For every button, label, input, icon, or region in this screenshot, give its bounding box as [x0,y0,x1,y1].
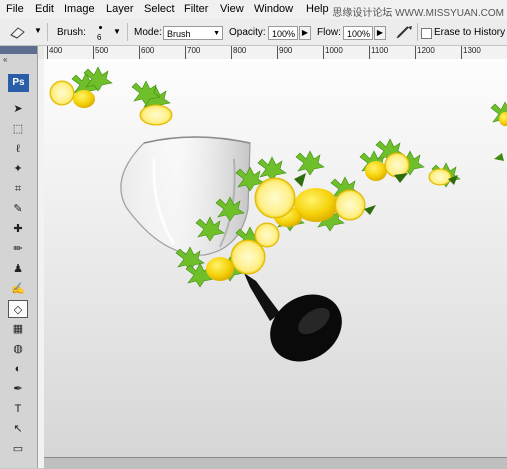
ruler-tick-label: 900 [279,46,293,55]
brush-size: 6 [97,33,102,42]
brush-label: Brush: [57,27,86,38]
ruler-tick [139,46,140,59]
ruler-tick [47,46,48,59]
opacity-value: 100% [272,29,296,39]
lemon-cluster-right [359,138,425,183]
erase-to-history-label: Erase to History [434,27,506,38]
toolbox: « Ps ➤ ⬚ ℓ ✦ ⌗ ✎ ✚ ✏ ♟ ✍ ◇ ▦ ◍ ◐ ✒ T ↖ ▭ [0,46,38,468]
dodge-tool-icon[interactable]: ◐ [8,360,28,378]
airbrush-icon[interactable] [395,24,415,40]
canvas-artwork [49,66,507,362]
lemon-slice-top [131,80,173,126]
ruler-tick [277,46,278,59]
ruler-tick-label: 1200 [417,46,435,55]
type-tool-icon[interactable]: T [8,400,28,418]
blur-tool-icon[interactable]: ◍ [8,340,28,358]
menu-window[interactable]: Window [254,3,293,15]
brush-picker-icon[interactable]: ▼ [113,27,121,36]
collapse-arrows-icon[interactable]: « [3,55,7,64]
history-brush-tool-icon[interactable]: ✍ [8,280,28,298]
menu-filter[interactable]: Filter [184,3,208,15]
mode-select[interactable]: Brush ▼ [163,26,223,40]
eyedropper-tool-icon[interactable]: ✎ [8,200,28,218]
lemon-slice-far-right [428,162,461,188]
separator [47,23,48,41]
flow-value: 100% [347,29,371,39]
ruler-tick-label: 700 [187,46,201,55]
menu-edit[interactable]: Edit [35,3,54,15]
options-bar: ▼ Brush: 6 ▼ Mode: Brush ▼ Opacity: 100%… [0,19,507,46]
ruler-tick-label: 1300 [463,46,481,55]
move-tool-icon[interactable]: ➤ [8,100,28,118]
canvas-bottom-edge [44,457,507,469]
flow-label: Flow: [317,27,341,38]
document-canvas[interactable] [44,59,507,457]
path-selection-tool-icon[interactable]: ↖ [8,420,28,438]
separator [417,23,418,41]
healing-brush-tool-icon[interactable]: ✚ [8,220,28,238]
menu-layer[interactable]: Layer [106,3,134,15]
ruler-tick [185,46,186,59]
watermark: 思缘设计论坛 WWW.MISSYUAN.COM [332,8,504,19]
menu-image[interactable]: Image [64,3,95,15]
toolbox-grip[interactable] [0,46,37,54]
ruler-tick [369,46,370,59]
menu-help[interactable]: Help [306,3,329,15]
ruler-tick [231,46,232,59]
brush-tool-icon[interactable]: ✏ [8,240,28,258]
lasso-tool-icon[interactable]: ℓ [8,140,28,158]
brush-dot-icon [99,26,102,29]
mode-label: Mode: [134,27,162,38]
marquee-tool-icon[interactable]: ⬚ [8,120,28,138]
ruler-tick-label: 600 [141,46,155,55]
ruler-tick-label: 1000 [325,46,343,55]
ruler-tick [461,46,462,59]
ruler-tick [323,46,324,59]
ruler-tick [93,46,94,59]
lemon-cluster-left [49,66,113,108]
menu-select[interactable]: Select [144,3,175,15]
ruler-tick [415,46,416,59]
chevron-down-icon: ▼ [213,30,220,37]
eraser-preset-icon[interactable] [8,25,28,39]
clone-stamp-tool-icon[interactable]: ♟ [8,260,28,278]
leaves-top-right [490,101,507,161]
mode-value: Brush [167,29,191,39]
flow-slider-button[interactable]: ▶ [374,26,386,40]
eraser-tool-icon[interactable]: ◇ [8,300,28,318]
ruler-tick-label: 500 [95,46,109,55]
opacity-field[interactable]: 100% [268,26,298,40]
gradient-tool-icon[interactable]: ▦ [8,320,28,338]
opacity-slider-button[interactable]: ▶ [299,26,311,40]
menu-view[interactable]: View [220,3,244,15]
ruler-tick-label: 800 [233,46,247,55]
separator [127,23,128,41]
flow-field[interactable]: 100% [343,26,373,40]
preset-dropdown-icon[interactable]: ▼ [34,26,42,35]
shape-tool-icon[interactable]: ▭ [8,440,28,458]
opacity-label: Opacity: [229,27,266,38]
ruler-tick-label: 400 [49,46,63,55]
horizontal-ruler: 40050060070080090010001100120013001400 [44,46,507,60]
magic-wand-tool-icon[interactable]: ✦ [8,160,28,178]
crop-tool-icon[interactable]: ⌗ [8,180,28,198]
pen-tool-icon[interactable]: ✒ [8,380,28,398]
ps-logo[interactable]: Ps [8,74,29,92]
menu-bar: File Edit Image Layer Select Filter View… [0,0,507,20]
ruler-tick-label: 1100 [371,46,389,55]
menu-file[interactable]: File [6,3,24,15]
erase-to-history-checkbox[interactable] [421,28,432,39]
